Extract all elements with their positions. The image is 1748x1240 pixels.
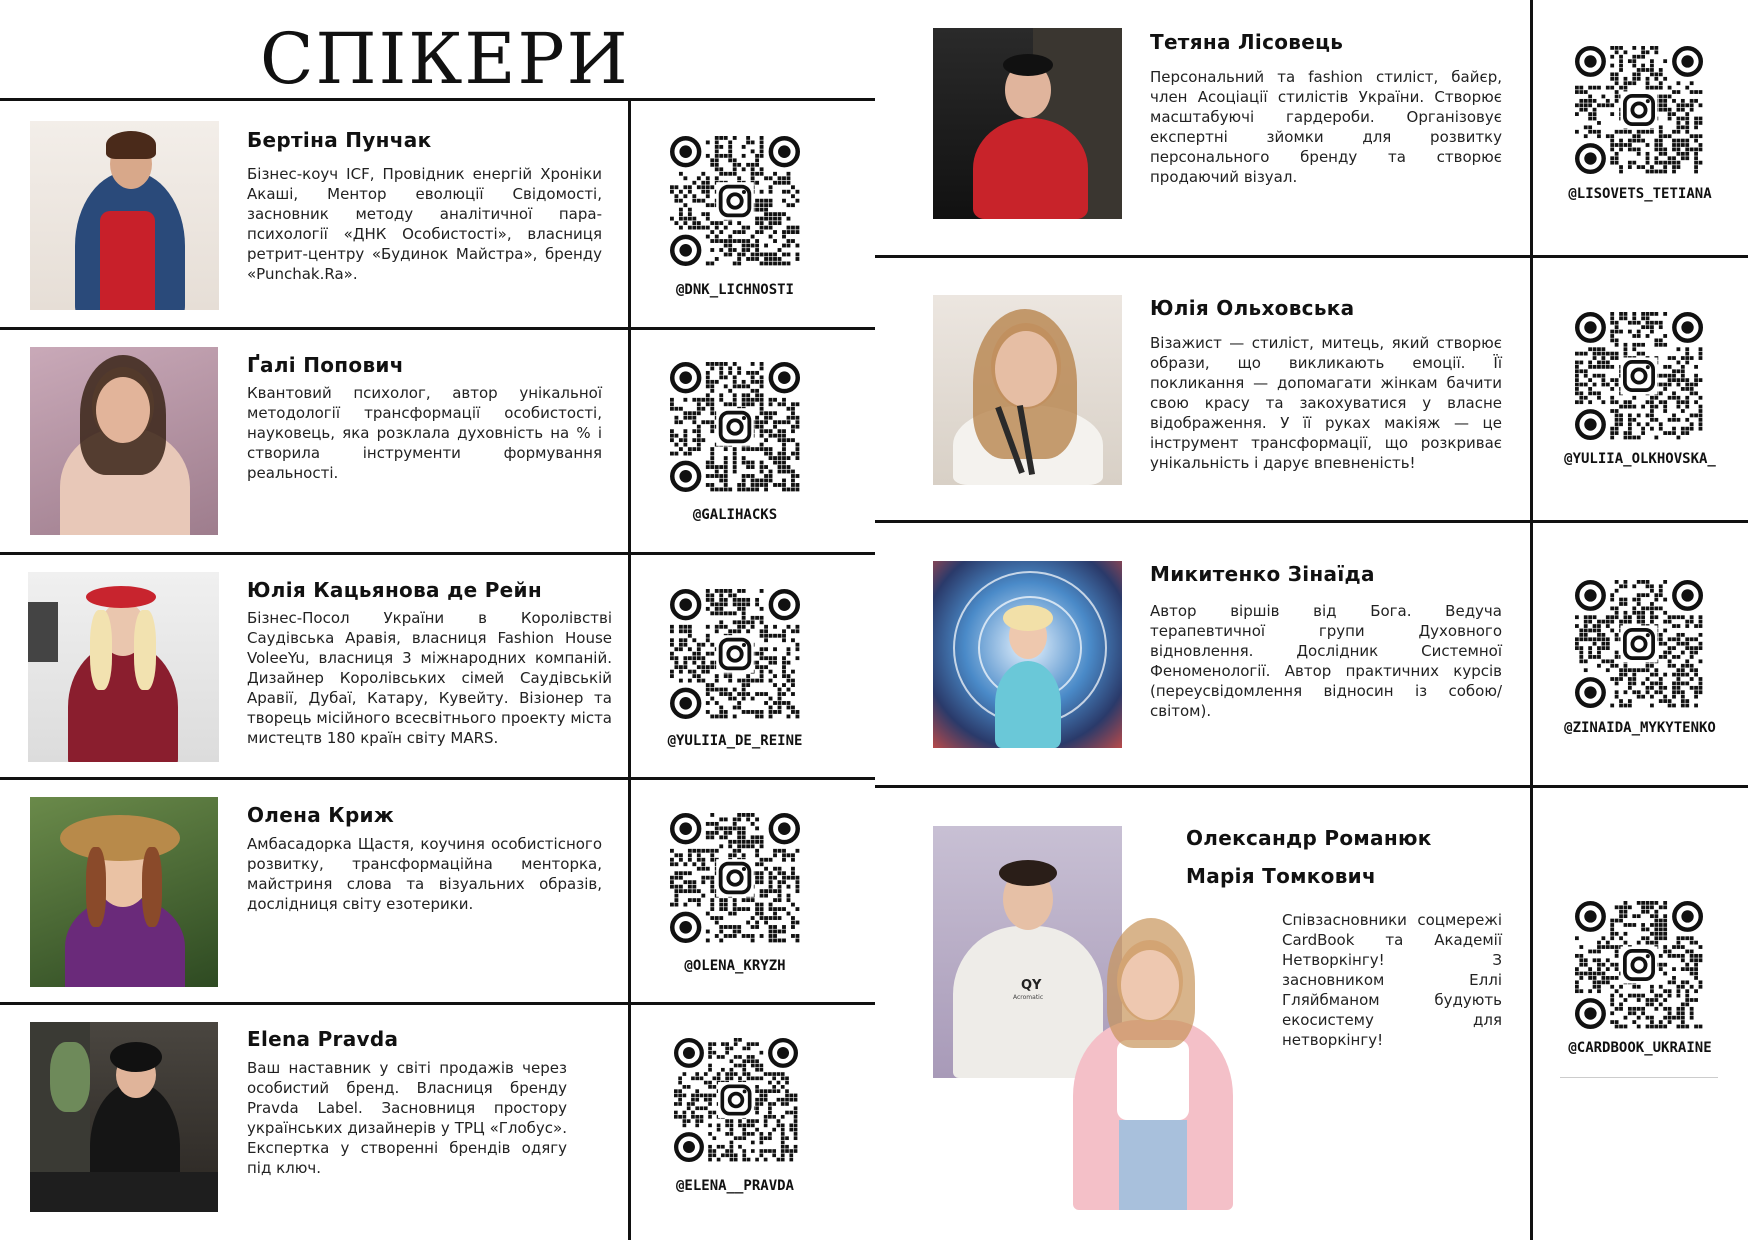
divider: [875, 785, 1748, 788]
divider: [0, 1002, 875, 1005]
qr-code[interactable]: [670, 589, 800, 719]
instagram-handle[interactable]: @LISOVETS_TETIANA: [1545, 186, 1735, 202]
speaker-name: Юлія Ольховська: [1150, 296, 1355, 320]
speaker-photo: [30, 121, 219, 310]
instagram-icon: [716, 182, 754, 220]
speaker-name: Elena Pravda: [247, 1027, 399, 1051]
divider: [1560, 1077, 1718, 1078]
instagram-handle[interactable]: @GALIHACKS: [640, 507, 830, 523]
qr-code[interactable]: [1575, 901, 1703, 1029]
speaker-description: Бізнес-Посол України в Королівстві Сауді…: [247, 609, 612, 747]
instagram-handle[interactable]: @ELENA__PRAVDA: [640, 1178, 830, 1194]
divider: [0, 552, 875, 555]
speaker-photo: [30, 797, 218, 987]
speaker-name: Микитенко Зінаїда: [1150, 562, 1375, 586]
speaker-name: Юлія Кацьянова де Рейн: [247, 578, 542, 602]
instagram-icon: [1620, 946, 1658, 984]
speaker-description: Бізнес-коуч ICF, Провідник енергій Хроні…: [247, 165, 602, 283]
divider: [0, 98, 875, 101]
instagram-icon: [716, 408, 754, 446]
qr-code[interactable]: [674, 1038, 798, 1162]
divider: [0, 327, 875, 330]
speaker-photo: [1055, 910, 1255, 1210]
qr-code[interactable]: [670, 136, 800, 266]
divider: [875, 255, 1748, 258]
speaker-name: Ґалі Попович: [247, 353, 404, 377]
instagram-handle[interactable]: @CARDBOOK_UKRAINE: [1545, 1040, 1735, 1056]
page-title: СПІКЕРИ: [260, 18, 630, 100]
qr-code[interactable]: [670, 362, 800, 492]
speaker-description: Співзасновники соцмережі CardBook та Ака…: [1282, 911, 1502, 1049]
speaker-photo: [28, 572, 219, 762]
divider: [0, 777, 875, 780]
instagram-icon: [1620, 625, 1658, 663]
divider: [1530, 0, 1533, 1240]
speaker-name: Бертіна Пунчак: [247, 128, 432, 152]
instagram-icon: [716, 635, 754, 673]
qr-code[interactable]: [1575, 580, 1703, 708]
speaker-name: Тетяна Лісовець: [1150, 30, 1344, 54]
instagram-icon: [1620, 91, 1658, 129]
divider: [628, 100, 631, 1240]
instagram-handle[interactable]: @DNK_LICHNOSTI: [640, 282, 830, 298]
speaker-description: Персональний та fashion стиліст, байєр, …: [1150, 68, 1502, 186]
instagram-icon: [718, 1082, 754, 1118]
shirt-subtext: Acromatic: [1013, 994, 1044, 1001]
shirt-logo: QY: [1021, 978, 1042, 993]
instagram-handle[interactable]: @OLENA_KRYZH: [640, 958, 830, 974]
qr-code[interactable]: [1575, 312, 1703, 440]
instagram-handle[interactable]: @YULIIA_OLKHOVSKA_: [1545, 451, 1735, 467]
instagram-handle[interactable]: @YULIIA_DE_REINE: [640, 733, 830, 749]
speaker-description: Квантовий психолог, автор унікальної мет…: [247, 384, 602, 482]
speaker-description: Візажист — стиліст, митець, який створює…: [1150, 334, 1502, 472]
speaker-description: Автор віршів від Бога. Ведуча терапевтич…: [1150, 602, 1502, 720]
instagram-icon: [1620, 357, 1658, 395]
qr-code[interactable]: [670, 813, 800, 943]
speaker-name: Олена Криж: [247, 803, 395, 827]
speaker-description: Ваш наставник у світі продажів через осо…: [247, 1059, 567, 1177]
instagram-handle[interactable]: @ZINAIDA_MYKYTENKO: [1545, 720, 1735, 736]
speaker-photo: [30, 1022, 218, 1212]
qr-code[interactable]: [1575, 46, 1703, 174]
speaker-name: Марія Томкович: [1186, 864, 1377, 888]
speaker-photo: [933, 295, 1122, 485]
speaker-photo: [933, 28, 1122, 219]
speaker-description: Амбасадорка Щастя, коучиня особистісного…: [247, 835, 602, 913]
speaker-photo: [30, 347, 218, 535]
instagram-icon: [716, 859, 754, 897]
divider: [875, 520, 1748, 523]
speaker-name: Олександр Романюк: [1186, 826, 1432, 850]
speaker-photo: [933, 561, 1122, 748]
